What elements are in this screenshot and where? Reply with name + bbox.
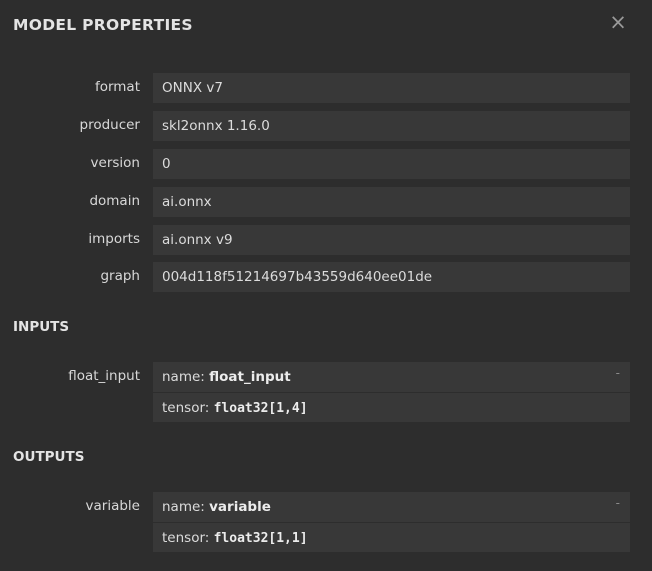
name-prefix: name: <box>162 499 210 515</box>
property-label: format <box>94 79 140 95</box>
outputs-heading: OUTPUTS <box>13 449 85 465</box>
input-detail-box: name: float_input - tensor: float32[1,4] <box>153 362 630 422</box>
input-tensor-text: tensor: float32[1,4] <box>162 400 308 416</box>
input-name-line[interactable]: name: float_input - <box>153 362 630 391</box>
property-row-imports: imports ai.onnx v9 <box>0 225 652 255</box>
output-name: variable <box>209 499 271 515</box>
property-row-graph: graph 004d118f51214697b43559d640ee01de <box>0 262 652 292</box>
property-label: imports <box>88 231 140 247</box>
tensor-prefix: tensor: <box>162 400 214 416</box>
property-value-box[interactable]: ai.onnx <box>153 187 630 217</box>
property-value-box[interactable]: 0 <box>153 149 630 179</box>
input-row: float_input name: float_input - tensor: … <box>0 362 652 422</box>
property-row-producer: producer skl2onnx 1.16.0 <box>0 111 652 141</box>
property-row-version: version 0 <box>0 149 652 179</box>
input-tensor-type: float32[1,4] <box>213 401 308 416</box>
output-row: variable name: variable - tensor: float3… <box>0 492 652 552</box>
collapse-toggle-icon[interactable]: - <box>616 496 620 510</box>
property-value-box[interactable]: 004d118f51214697b43559d640ee01de <box>153 262 630 292</box>
name-prefix: name: <box>162 369 210 385</box>
property-value-box[interactable]: ai.onnx v9 <box>153 225 630 255</box>
property-value: ai.onnx v9 <box>162 232 233 248</box>
property-row-format: format ONNX v7 <box>0 73 652 103</box>
property-label: graph <box>100 268 140 284</box>
property-value: ONNX v7 <box>162 80 223 96</box>
panel-title: MODEL PROPERTIES <box>13 16 193 34</box>
collapse-toggle-icon[interactable]: - <box>616 366 620 380</box>
property-value-box[interactable]: skl2onnx 1.16.0 <box>153 111 630 141</box>
input-label: float_input <box>68 368 140 384</box>
inputs-heading: INPUTS <box>13 319 70 335</box>
close-icon[interactable]: × <box>606 10 630 34</box>
output-tensor-text: tensor: float32[1,1] <box>162 530 308 546</box>
input-tensor-line: tensor: float32[1,4] <box>153 392 630 422</box>
input-name: float_input <box>209 369 291 385</box>
output-tensor-line: tensor: float32[1,1] <box>153 522 630 552</box>
property-label: producer <box>79 117 141 133</box>
output-name-line[interactable]: name: variable - <box>153 492 630 521</box>
input-name-text: name: float_input <box>162 369 291 385</box>
model-properties-panel: MODEL PROPERTIES × format ONNX v7 produc… <box>0 0 652 571</box>
property-label: domain <box>89 193 140 209</box>
property-label: version <box>90 155 140 171</box>
property-value-box[interactable]: ONNX v7 <box>153 73 630 103</box>
property-value: skl2onnx 1.16.0 <box>162 118 270 134</box>
tensor-prefix: tensor: <box>162 530 214 546</box>
property-value: 004d118f51214697b43559d640ee01de <box>162 269 433 285</box>
property-value: 0 <box>162 156 171 172</box>
output-name-text: name: variable <box>162 499 271 515</box>
output-tensor-type: float32[1,1] <box>213 531 308 546</box>
output-detail-box: name: variable - tensor: float32[1,1] <box>153 492 630 552</box>
output-label: variable <box>85 498 140 514</box>
property-value: ai.onnx <box>162 194 212 210</box>
property-row-domain: domain ai.onnx <box>0 187 652 217</box>
